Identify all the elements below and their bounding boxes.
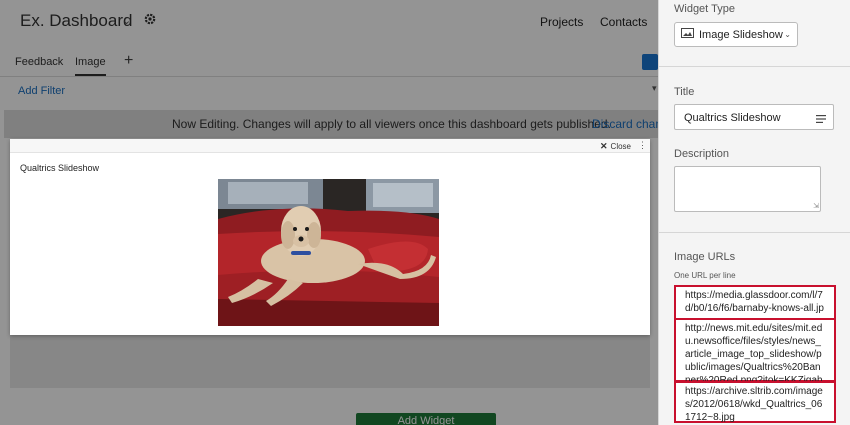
close-icon: ✕: [600, 141, 608, 151]
image-url-line-2[interactable]: http://news.mit.edu/sites/mit.edu.newsof…: [674, 318, 836, 399]
image-urls-label: Image URLs: [674, 251, 736, 263]
chevron-down-icon: ⌄: [784, 30, 791, 39]
title-input[interactable]: Qualtrics Slideshow: [674, 104, 834, 130]
image-url-line-1[interactable]: https://media.glassdoor.com/l/7d/b0/16/f…: [674, 285, 836, 327]
image-url-line-3[interactable]: https://archive.sltrib.com/images/2012/0…: [674, 381, 836, 423]
title-label: Title: [674, 86, 695, 98]
widget-settings-panel: Widget Type Image Slideshow ⌄ Title Qual…: [658, 0, 850, 425]
more-options-icon[interactable]: ⋮: [638, 140, 647, 151]
widget-type-select[interactable]: Image Slideshow ⌄: [674, 22, 798, 47]
widget-header: ✕ Close ⋮: [10, 139, 650, 153]
divider: [659, 232, 850, 233]
widget-type-label: Widget Type: [674, 3, 735, 15]
divider: [659, 66, 850, 67]
title-input-value: Qualtrics Slideshow: [684, 112, 781, 124]
text-format-icon[interactable]: [816, 114, 826, 126]
close-label: Close: [610, 142, 631, 151]
dashboard-area: Ex. Dashboard ⌄ Projects Contacts Feedba…: [0, 0, 662, 425]
description-label: Description: [674, 148, 730, 160]
urls-hint: One URL per line: [674, 271, 736, 280]
image-icon: [681, 28, 694, 41]
widget-title: Qualtrics Slideshow: [20, 163, 100, 173]
slideshow-widget: ✕ Close ⋮ Qualtrics Slideshow: [10, 139, 650, 335]
resize-handle-icon[interactable]: ⇲: [813, 202, 819, 210]
close-button[interactable]: ✕ Close: [600, 141, 631, 152]
slideshow-image: [218, 179, 439, 326]
description-field[interactable]: ⇲: [674, 166, 821, 212]
widget-type-value: Image Slideshow: [699, 28, 783, 41]
